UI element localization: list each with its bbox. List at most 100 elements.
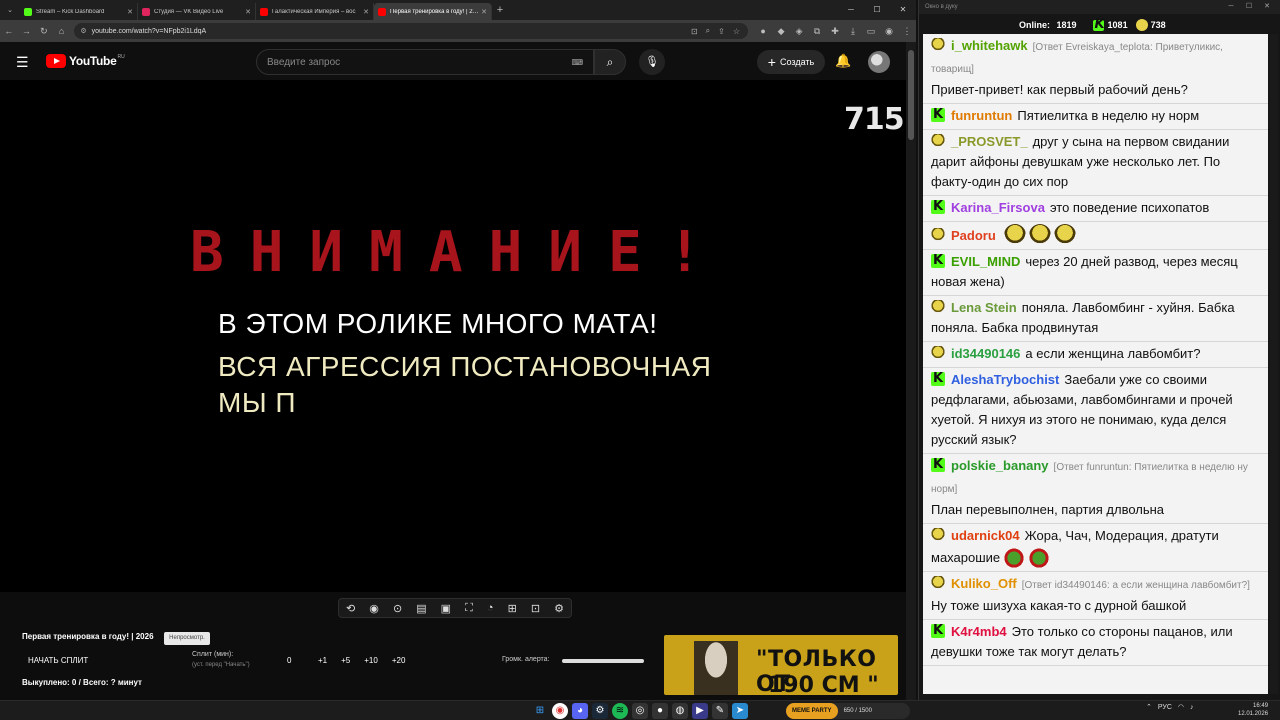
add-icon[interactable]: ⊞	[508, 602, 517, 615]
reload-icon[interactable]: ↻	[35, 26, 53, 37]
chat-username[interactable]: Lena Stein	[951, 300, 1017, 315]
search-button[interactable]: ⌕	[594, 49, 626, 75]
steam-icon[interactable]: ⚙	[592, 703, 608, 719]
chat-message[interactable]: id34490146 а если женщина лавбомбит?	[923, 342, 1268, 368]
app-icon[interactable]: ◍	[672, 703, 688, 719]
sidebar-icon[interactable]: ▭	[862, 26, 880, 37]
close-window-icon[interactable]: ✕	[1258, 0, 1276, 14]
profile-icon[interactable]: ◉	[880, 26, 898, 37]
chat-username[interactable]: id34490146	[951, 346, 1020, 361]
keyboard-icon[interactable]: ⌨	[571, 58, 583, 67]
forward-icon[interactable]: →	[18, 26, 36, 36]
screenshot-icon[interactable]: ⊡	[531, 602, 540, 615]
close-tab-icon[interactable]: ✕	[127, 8, 133, 16]
notifications-bell-icon[interactable]: 🔔	[835, 53, 851, 69]
chat-message-list[interactable]: i_whitehawk [Ответ Evreiskaya_teplota: Пр…	[923, 34, 1268, 694]
chat-message[interactable]: Lena Stein поняла. Лавбомбинг - хуйня. Ба…	[923, 296, 1268, 342]
tab-search-icon[interactable]: ⌄	[0, 6, 20, 14]
create-button[interactable]: + Создать	[757, 50, 825, 74]
clock[interactable]: 16:49 12.01.2026	[1238, 702, 1268, 718]
chat-message[interactable]: polskie_banany[Ответ funruntun: Пятиелит…	[923, 454, 1268, 524]
tab-kick-dashboard[interactable]: Stream – Kick Dashboard ✕	[20, 3, 138, 20]
telegram-icon[interactable]: ➤	[732, 703, 748, 719]
chat-username[interactable]: polskie_banany	[951, 458, 1049, 473]
tab-galactic-empire[interactable]: Галактическая Империя – вос ✕	[256, 3, 374, 20]
extension-red-icon[interactable]: ◆	[772, 26, 790, 37]
chat-message[interactable]: Karina_Firsova это поведение психопатов	[923, 196, 1268, 222]
home-icon[interactable]: ⌂	[53, 26, 71, 36]
chat-message[interactable]: udarnick04 Жора, Чач, Модерация, дратути …	[923, 524, 1268, 572]
page-scrollbar-thumb[interactable]	[908, 50, 914, 140]
chat-message[interactable]: Kuliko_Off [Ответ id34490146: а если женщ…	[923, 572, 1268, 620]
language-indicator[interactable]: РУС	[1158, 704, 1172, 711]
promo-banner[interactable]: "ТОЛЬКО ОТ 190 СМ "	[664, 635, 898, 695]
split-plus-20-button[interactable]: +20	[392, 656, 406, 665]
close-tab-icon[interactable]: ✕	[363, 8, 369, 16]
split-plus-10-button[interactable]: +10	[364, 656, 378, 665]
split-plus-5-button[interactable]: +5	[341, 656, 350, 665]
chat-message[interactable]: funruntun Пятиелитка в неделю ну норм	[923, 104, 1268, 130]
tab-first-workout[interactable]: Первая тренировка в году! | 2… ✕	[374, 3, 492, 20]
alert-volume-slider[interactable]	[562, 659, 644, 663]
split-plus-1-button[interactable]: +1	[318, 656, 327, 665]
picture-in-picture-icon[interactable]: ▣	[441, 602, 451, 615]
settings-gear-icon[interactable]: ⚙	[554, 602, 564, 615]
extensions-menu-icon[interactable]: ✚	[826, 26, 844, 37]
watch-later-icon[interactable]: ⊙	[393, 602, 402, 615]
chrome-icon[interactable]: ◉	[552, 703, 568, 719]
wifi-icon[interactable]: ◠	[1178, 703, 1184, 711]
avatar[interactable]	[868, 51, 890, 73]
url-field[interactable]: ⚙ youtube.com/watch?v=NFpb2i1LdqA ⊡ ⌕ ⇪ …	[74, 23, 749, 39]
chat-message[interactable]: EVIL_MINDчерез 20 дней развод, через мес…	[923, 250, 1268, 296]
extension-circle-icon[interactable]: ●	[754, 26, 772, 36]
fullscreen-icon[interactable]: ⛶	[465, 602, 473, 615]
chat-username[interactable]: K4r4mb4	[951, 624, 1007, 639]
bookmark-star-icon[interactable]: ☆	[733, 27, 740, 36]
meme-party-widget[interactable]: MEME PARTY 650 / 1500	[786, 703, 910, 719]
loop-icon[interactable]: ⟲	[346, 602, 355, 615]
chat-message[interactable]: _PROSVET_ друг у сына на первом свидании …	[923, 130, 1268, 196]
windows-start-icon[interactable]: ⊞	[532, 703, 548, 719]
discord-icon[interactable]: ◕	[572, 703, 588, 719]
back-icon[interactable]: ←	[0, 26, 18, 36]
voice-search-button[interactable]: 🎙	[639, 49, 665, 75]
zoom-icon[interactable]: ⌕	[706, 26, 710, 36]
chat-username[interactable]: EVIL_MIND	[951, 254, 1020, 269]
chat-username[interactable]: Karina_Firsova	[951, 200, 1045, 215]
minimize-icon[interactable]: ─	[838, 0, 864, 20]
editor-icon[interactable]: ✎	[712, 703, 728, 719]
site-info-icon[interactable]: ⚙	[80, 27, 86, 35]
chat-message[interactable]: AleshaTrybochistЗаебали уже со своими ре…	[923, 368, 1268, 454]
youtube-logo[interactable]: YouTube RU	[46, 54, 125, 68]
obs-icon[interactable]: ◎	[632, 703, 648, 719]
clip-icon[interactable]: ▤	[416, 602, 426, 615]
chat-message[interactable]: Padoru	[923, 222, 1268, 250]
chat-username[interactable]: funruntun	[951, 108, 1012, 123]
video-player[interactable]: 715 ВНИМАНИЕ! В ЭТОМ РОЛИКЕ МНОГО МАТА! …	[0, 80, 906, 592]
chat-username[interactable]: AleshaTrybochist	[951, 372, 1059, 387]
extension-shield-icon[interactable]: ◈	[790, 26, 808, 37]
audio-icon[interactable]: ◉	[369, 602, 379, 615]
minimize-icon[interactable]: ─	[1222, 0, 1240, 14]
player-icon[interactable]: ▶	[692, 703, 708, 719]
volume-icon[interactable]: ♪	[1190, 704, 1194, 711]
chat-username[interactable]: udarnick04	[951, 528, 1020, 543]
chat-username[interactable]: Kuliko_Off	[951, 576, 1017, 591]
close-window-icon[interactable]: ✕	[890, 0, 916, 20]
page-scrollbar[interactable]	[906, 42, 916, 700]
browser-menu-icon[interactable]: ⋮	[898, 26, 916, 37]
tab-vk-studio[interactable]: Студия — VK Видео Live ✕	[138, 3, 256, 20]
chat-scrollbar[interactable]	[1270, 34, 1278, 694]
chat-message[interactable]: i_whitehawk [Ответ Evreiskaya_teplota: Пр…	[923, 34, 1268, 104]
install-app-icon[interactable]: ⊡	[691, 27, 698, 36]
download-icon[interactable]: ⤓	[844, 26, 862, 37]
tray-chevron-icon[interactable]: ⌃	[1146, 703, 1152, 711]
chat-username[interactable]: _PROSVET_	[951, 134, 1028, 149]
share-icon[interactable]: ⇪	[718, 27, 725, 36]
maximize-icon[interactable]: ☐	[1240, 0, 1258, 14]
close-tab-icon[interactable]: ✕	[245, 8, 251, 16]
extension-puzzle-icon[interactable]: ⧉	[808, 26, 826, 37]
menu-icon[interactable]: ☰	[16, 54, 29, 71]
start-split-button[interactable]: НАЧАТЬ СПЛИТ	[28, 656, 88, 665]
chat-message[interactable]: K4r4mb4Это только со стороны пацанов, ил…	[923, 620, 1268, 666]
